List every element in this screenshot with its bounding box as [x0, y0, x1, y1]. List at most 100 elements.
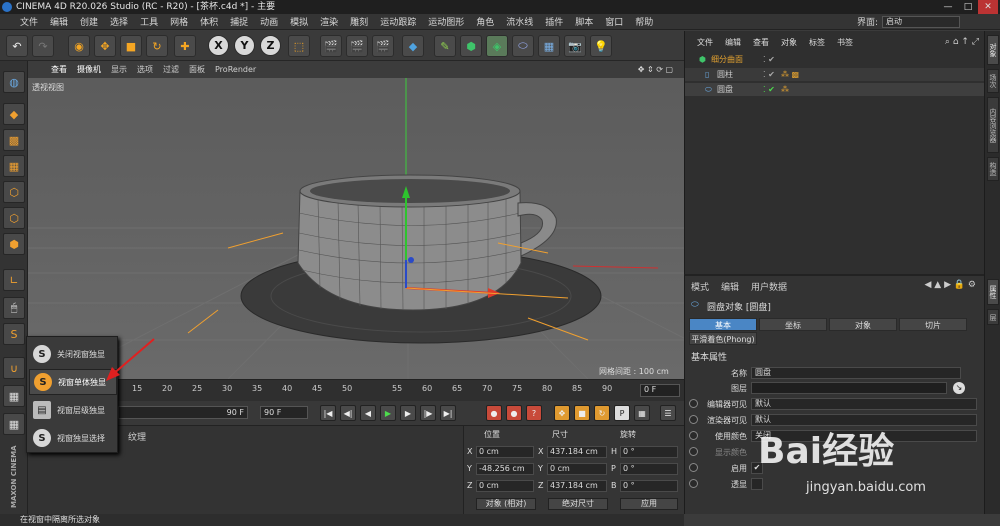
grid-snap-icon[interactable]: ▦ [3, 413, 25, 435]
workplane-lock-icon[interactable]: ▦ [3, 385, 25, 407]
play-icon[interactable]: ▶ [380, 405, 396, 421]
move-icon[interactable]: ✥ [94, 35, 116, 57]
side-tab-structure[interactable]: 构造 [987, 157, 999, 181]
om-menu-bookmarks[interactable]: 书签 [831, 37, 859, 48]
size-mode-select[interactable]: 绝对尺寸 [548, 498, 608, 510]
tab-slice[interactable]: 切片 [899, 318, 967, 331]
om-menu-view[interactable]: 查看 [747, 37, 775, 48]
menu-tools[interactable]: 工具 [134, 15, 164, 28]
tag-icons[interactable]: ⁂ ▩ [781, 68, 799, 81]
previous-frame-icon[interactable]: ◀ [360, 405, 376, 421]
render-settings-icon[interactable]: 🎬 [372, 35, 394, 57]
pen-spline-icon[interactable]: ✎ [434, 35, 456, 57]
size-z-field[interactable]: 437.184 cm [547, 480, 607, 492]
am-menu-mode[interactable]: 模式 [691, 280, 709, 293]
model-mode-icon[interactable]: ◆ [3, 103, 25, 125]
menu-item-solo-selection[interactable]: S 视窗独显选择 [29, 425, 117, 451]
workplane-icon[interactable]: ▦ [3, 155, 25, 177]
preview-end-field[interactable]: 90 F [118, 406, 248, 419]
next-key-icon[interactable]: |▶ [420, 405, 436, 421]
texture-mode-icon[interactable]: ▩ [3, 129, 25, 151]
tag-icons[interactable]: ⁂ [781, 83, 789, 96]
viewport-menu-prorender[interactable]: ProRender [210, 65, 261, 74]
coordinate-mode-select[interactable]: 对象 (相对) [476, 498, 536, 510]
recent-tools-icon[interactable]: ✚ [174, 35, 196, 57]
end-frame-field[interactable]: 90 F [260, 406, 308, 419]
position-z-field[interactable]: 0 cm [476, 480, 534, 492]
viewport-menu-camera[interactable]: 摄像机 [72, 64, 106, 75]
go-to-start-icon[interactable]: |◀ [320, 405, 336, 421]
size-x-field[interactable]: 437.184 cm [547, 446, 607, 458]
layer-input[interactable] [751, 382, 947, 394]
next-frame-icon[interactable]: ▶ [400, 405, 416, 421]
rotation-h-field[interactable]: 0 ° [620, 446, 678, 458]
menu-volume[interactable]: 体积 [194, 15, 224, 28]
tab-object[interactable]: 对象 [829, 318, 897, 331]
make-editable-icon[interactable]: ◍ [3, 71, 25, 93]
side-tab-content-browser[interactable]: 内容浏览器 [987, 97, 999, 153]
menu-file[interactable]: 文件 [14, 15, 44, 28]
rotate-icon[interactable]: ↻ [146, 35, 168, 57]
viewport-menu-panel[interactable]: 面板 [184, 64, 210, 75]
om-menu-tags[interactable]: 标签 [803, 37, 831, 48]
menu-script[interactable]: 脚本 [569, 15, 599, 28]
menu-plugins[interactable]: 插件 [539, 15, 569, 28]
key-position-icon[interactable]: ✥ [554, 405, 570, 421]
viewport-menu-options[interactable]: 选项 [132, 64, 158, 75]
timeline-menu-icon[interactable]: ☰ [660, 405, 676, 421]
name-input[interactable]: 圆盘 [751, 367, 961, 379]
axis-mode-icon[interactable]: ∟ [3, 269, 25, 291]
am-nav-icons[interactable]: ◀ ▲ ▶ 🔒 ⚙ [925, 280, 976, 290]
side-tab-attributes[interactable]: 属性 [987, 279, 999, 305]
layer-picker-icon[interactable]: ↘ [953, 382, 965, 394]
key-scale-icon[interactable]: ■ [574, 405, 590, 421]
position-x-field[interactable]: 0 cm [476, 446, 534, 458]
tab-basic[interactable]: 基本 [689, 318, 757, 331]
render-picture-viewer-icon[interactable]: 🎬 [346, 35, 368, 57]
auto-key-icon[interactable]: ● [506, 405, 522, 421]
edges-mode-icon[interactable]: ⬡ [3, 207, 25, 229]
menu-help[interactable]: 帮助 [629, 15, 659, 28]
array-icon[interactable]: ◈ [486, 35, 508, 57]
material-menu-texture[interactable]: 纹理 [128, 430, 146, 443]
side-tab-takes[interactable]: 场次 [987, 69, 999, 93]
go-to-end-icon[interactable]: ▶| [440, 405, 456, 421]
rotation-p-field[interactable]: 0 ° [620, 463, 678, 475]
tab-phong[interactable]: 平滑着色(Phong) [689, 332, 757, 345]
xray-checkbox[interactable] [751, 478, 763, 490]
am-menu-userdata[interactable]: 用户数据 [751, 280, 787, 293]
menu-pipeline[interactable]: 流水线 [500, 15, 539, 28]
keyframe-selection-icon[interactable]: ? [526, 405, 542, 421]
key-pla-icon[interactable]: ▦ [634, 405, 650, 421]
menu-item-solo-hierarchy[interactable]: ▤ 视窗层级独显 [29, 397, 117, 423]
live-selection-icon[interactable]: ◉ [68, 35, 90, 57]
menu-render[interactable]: 渲染 [314, 15, 344, 28]
menu-sculpt[interactable]: 雕刻 [344, 15, 374, 28]
record-keys-icon[interactable]: ● [486, 405, 502, 421]
floor-icon[interactable]: ▦ [538, 35, 560, 57]
side-tab-objects[interactable]: 对象 [987, 35, 999, 65]
menu-window[interactable]: 窗口 [599, 15, 629, 28]
om-menu-edit[interactable]: 编辑 [719, 37, 747, 48]
visibility-dots[interactable]: ⁚ ✔ [763, 53, 775, 66]
layout-select[interactable]: 启动 [882, 15, 960, 28]
om-menu-file[interactable]: 文件 [691, 37, 719, 48]
cube-object-icon[interactable]: ◆ [402, 35, 424, 57]
menu-character[interactable]: 角色 [470, 15, 500, 28]
viewport-menu-filter[interactable]: 过滤 [158, 64, 184, 75]
viewport-menu-display[interactable]: 显示 [106, 64, 132, 75]
points-mode-icon[interactable]: ⬡ [3, 181, 25, 203]
subdivision-icon[interactable]: ⬢ [460, 35, 482, 57]
coordinate-system-icon[interactable]: ⬚ [288, 35, 310, 57]
am-menu-edit[interactable]: 编辑 [721, 280, 739, 293]
x-axis-button[interactable]: X [208, 35, 229, 56]
tweak-mode-icon[interactable]: 🖱 [3, 297, 25, 319]
minimize-button[interactable]: — [938, 0, 958, 14]
scale-icon[interactable]: ■ [120, 35, 142, 57]
side-tab-layers[interactable]: 层 [987, 309, 999, 325]
viewport-menu-view[interactable]: 查看 [46, 64, 72, 75]
visibility-dots[interactable]: ⁚ ✔ [763, 83, 775, 96]
editor-visible-select[interactable]: 默认 [751, 398, 977, 410]
perspective-viewport[interactable]: 透视视图 网格间距 : 100 cm [28, 78, 684, 379]
om-menu-objects[interactable]: 对象 [775, 37, 803, 48]
